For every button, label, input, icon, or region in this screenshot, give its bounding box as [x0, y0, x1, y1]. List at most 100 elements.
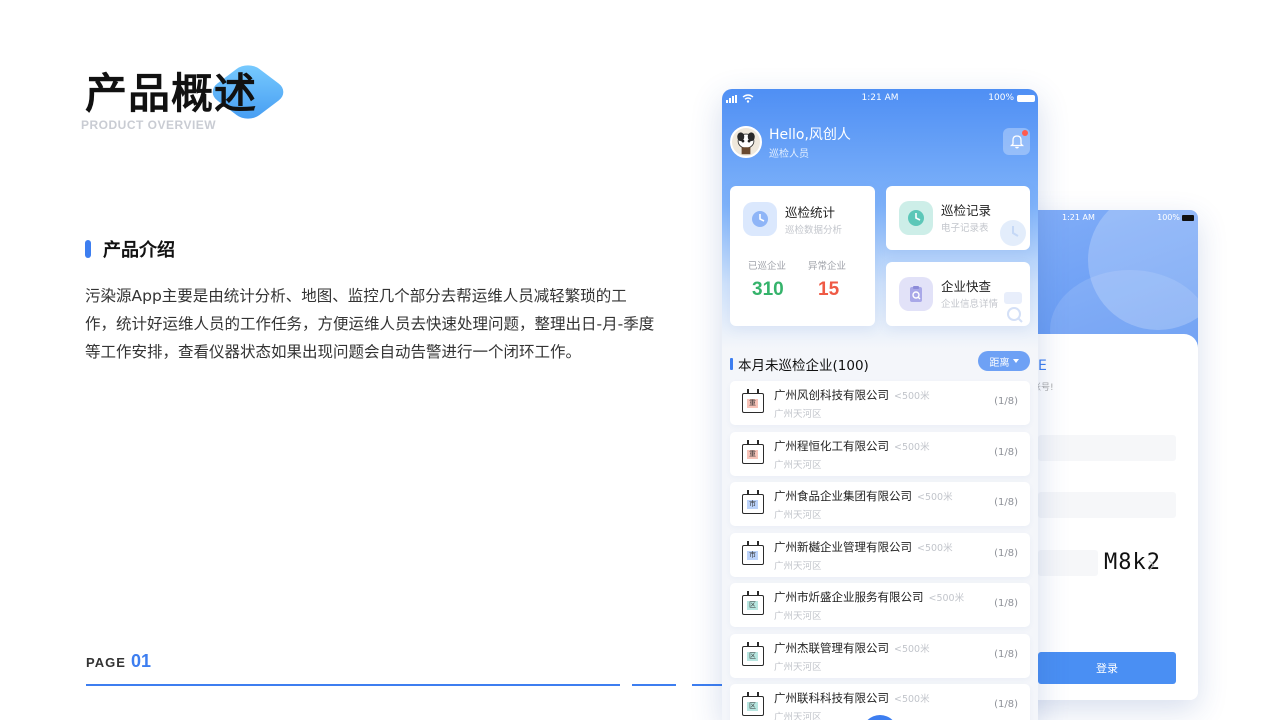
level-tag: 重	[747, 449, 758, 459]
company-distance: <500米	[917, 542, 953, 554]
clock-watermark-icon	[1000, 220, 1026, 246]
company-distance: <500米	[894, 391, 930, 402]
notification-button[interactable]	[1003, 128, 1030, 155]
company-area: 广州天河区	[774, 560, 822, 572]
uninspected-list-header: 本月未巡检企业(100)	[730, 354, 869, 374]
sort-label: 距离	[989, 357, 1010, 369]
list-item[interactable]: 市 广州新樾企业管理有限公司 <500米 广州天河区 (1/8)	[730, 532, 1030, 577]
company-name-line: 广州程恒化工有限公司 <500米	[774, 438, 930, 454]
username-field[interactable]	[1038, 435, 1176, 461]
clipboard-search-icon	[910, 286, 922, 302]
calendar-icon: 重	[742, 389, 764, 413]
footer-line	[86, 684, 620, 686]
company-area: 广州天河区	[774, 712, 822, 720]
company-progress: (1/8)	[994, 547, 1018, 559]
company-progress: (1/8)	[994, 446, 1018, 458]
stats-card-title: 巡检统计	[785, 205, 836, 220]
status-bar: 1:21 AM 100%	[722, 92, 1038, 106]
section-title: 产品介绍	[103, 240, 175, 261]
caret-down-icon	[1012, 359, 1019, 363]
company-name: 广州杰联管理有限公司	[774, 640, 889, 655]
records-card-icon	[899, 201, 933, 235]
stats-card-subtitle: 巡检数据分析	[785, 225, 843, 236]
battery-icon	[1017, 95, 1035, 102]
company-lookup-card[interactable]: 企业快查 企业信息详情	[886, 262, 1030, 326]
company-distance: <500米	[917, 492, 953, 503]
company-distance: <500米	[928, 593, 965, 604]
company-area: 广州天河区	[774, 510, 822, 521]
bell-icon	[1009, 135, 1024, 149]
notification-badge	[1022, 130, 1028, 136]
company-name: 广州程恒化工有限公司	[774, 438, 889, 453]
search-watermark-icon	[1004, 292, 1023, 323]
avatar[interactable]	[730, 126, 762, 158]
company-name-line: 广州杰联管理有限公司 <500米	[774, 640, 930, 656]
calendar-icon: 区	[742, 692, 764, 716]
company-name-line: 广州新樾企业管理有限公司 <500米	[774, 539, 953, 555]
list-item[interactable]: 区 广州市炘盛企业服务有限公司 <500米 广州天河区 (1/8)	[730, 583, 1030, 627]
intro-text: 污染源App主要是由统计分析、地图、监控几个部分去帮运维人员减轻繁琐的工作，统计…	[85, 287, 655, 361]
company-name-line: 广州风创科技有限公司 <500米	[774, 387, 930, 403]
company-area: 广州天河区	[774, 661, 822, 673]
list-marker	[730, 358, 733, 370]
calendar-icon: 区	[742, 591, 764, 615]
section-marker	[85, 240, 91, 258]
clock-icon	[752, 211, 768, 227]
status-battery: 100%	[988, 93, 1014, 103]
level-tag: 区	[747, 601, 758, 610]
records-card-title: 巡检记录	[941, 203, 992, 218]
company-progress: (1/8)	[994, 396, 1018, 407]
level-tag: 区	[747, 651, 758, 661]
sort-distance-button[interactable]: 距离	[978, 351, 1030, 371]
page-label: PAGE	[86, 655, 126, 670]
status-bar: 1:21 AM 100%	[1010, 213, 1198, 225]
inspected-value: 310	[752, 279, 784, 300]
company-name: 广州食品企业集团有限公司	[774, 489, 912, 503]
list-item[interactable]: 重 广州程恒化工有限公司 <500米 广州天河区 (1/8)	[730, 431, 1030, 476]
company-distance: <500米	[894, 441, 930, 453]
list-title: 本月未巡检企业(100)	[738, 358, 869, 374]
stats-card-icon	[743, 202, 777, 236]
login-phone-mockup: 1:21 AM 100% E 账号! M8k2 登录	[1010, 210, 1198, 700]
abnormal-value: 15	[818, 279, 840, 300]
company-name: 广州新樾企业管理有限公司	[774, 539, 912, 554]
lookup-card-subtitle: 企业信息详情	[941, 299, 999, 310]
page-subtitle: PRODUCT OVERVIEW	[81, 118, 217, 132]
company-name: 广州联科科技有限公司	[774, 691, 889, 705]
company-distance: <500米	[894, 694, 930, 705]
login-button[interactable]: 登录	[1038, 652, 1176, 684]
clock-icon	[908, 210, 924, 226]
abnormal-label: 异常企业	[808, 261, 847, 272]
greeting-text: Hello,风创人	[769, 127, 851, 143]
captcha-input[interactable]	[1038, 550, 1098, 576]
battery-icon	[1182, 215, 1194, 221]
company-list: 重 广州风创科技有限公司 <500米 广州天河区 (1/8) 重 广州程恒化工有限…	[730, 381, 1030, 720]
password-field[interactable]	[1038, 492, 1176, 518]
calendar-icon: 市	[742, 540, 764, 565]
level-tag: 重	[747, 399, 758, 408]
company-area: 广州天河区	[774, 459, 822, 471]
company-distance: <500米	[894, 643, 930, 655]
company-area: 广州天河区	[774, 409, 822, 420]
list-item[interactable]: 重 广州风创科技有限公司 <500米 广州天河区 (1/8)	[730, 381, 1030, 425]
company-progress: (1/8)	[994, 648, 1018, 660]
inspection-stats-card[interactable]: 巡检统计 巡检数据分析 已巡企业 异常企业 310 15	[730, 186, 875, 326]
user-role: 巡检人员	[769, 149, 809, 160]
inspection-records-card[interactable]: 巡检记录 电子记录表	[886, 186, 1030, 250]
list-item[interactable]: 市 广州食品企业集团有限公司 <500米 广州天河区 (1/8)	[730, 482, 1030, 526]
footer-line-segment	[692, 684, 722, 686]
login-hint-title: E	[1038, 358, 1047, 374]
page-number: 01	[131, 651, 152, 671]
footer-line-segment	[632, 684, 676, 686]
calendar-icon: 市	[742, 490, 764, 514]
calendar-icon: 区	[742, 641, 764, 666]
company-area: 广州天河区	[774, 611, 822, 622]
company-progress: (1/8)	[994, 598, 1018, 609]
company-progress: (1/8)	[994, 699, 1018, 710]
lookup-card-title: 企业快查	[941, 279, 992, 294]
company-name: 广州市炘盛企业服务有限公司	[774, 590, 924, 604]
company-name-line: 广州食品企业集团有限公司 <500米	[774, 488, 953, 504]
status-time: 1:21 AM	[1062, 213, 1095, 222]
list-item[interactable]: 区 广州杰联管理有限公司 <500米 广州天河区 (1/8)	[730, 633, 1030, 678]
level-tag: 市	[747, 500, 758, 509]
